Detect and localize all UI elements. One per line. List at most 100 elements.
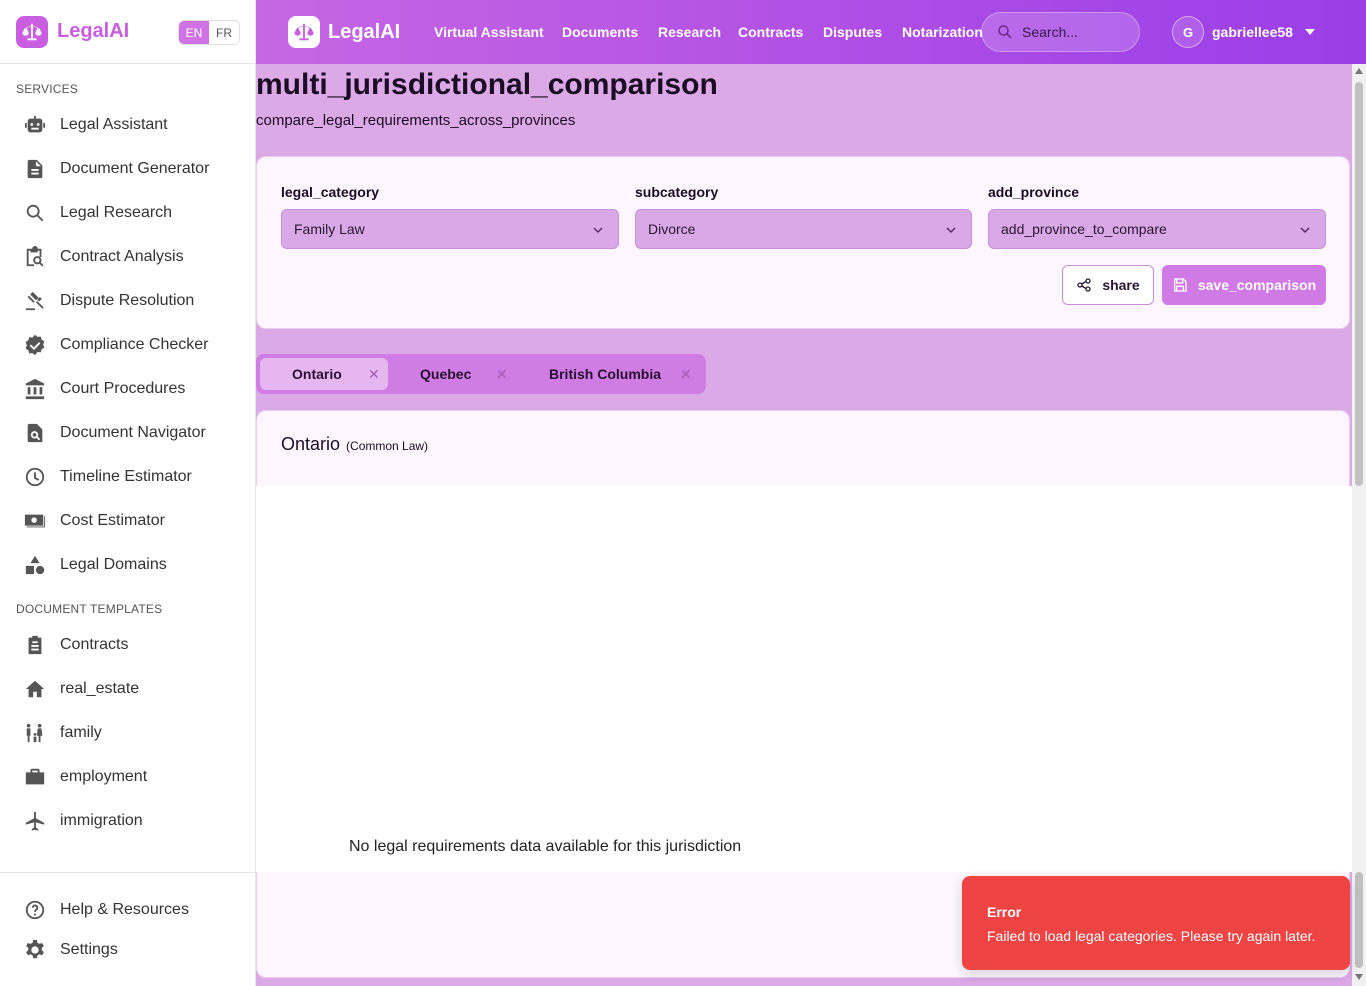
sidebar-item-label: employment <box>60 768 148 785</box>
chevron-down-icon <box>946 227 956 234</box>
search-icon <box>998 25 1012 39</box>
sidebar-item-label: Cost Estimator <box>60 512 165 529</box>
search-input[interactable]: Search... <box>981 12 1140 52</box>
verified-badge-icon <box>16 325 52 365</box>
nav-research[interactable]: Research <box>658 24 721 40</box>
sidebar-item-contract-analysis[interactable]: Contract Analysis <box>16 237 244 277</box>
user-menu[interactable]: G gabriellee58 <box>1172 16 1315 48</box>
jurisdiction-name: Ontario <box>281 434 341 454</box>
close-icon[interactable]: ✕ <box>496 366 508 383</box>
sidebar-item-settings[interactable]: Settings <box>16 930 244 970</box>
clock-icon <box>16 457 52 497</box>
sidebar-item-family[interactable]: family <box>16 713 244 753</box>
document-icon <box>16 149 52 189</box>
sidebar-item-court-procedures[interactable]: Court Procedures <box>16 369 244 409</box>
scroll-down-icon[interactable] <box>1355 974 1363 980</box>
error-toast[interactable]: Error Failed to load legal categories. P… <box>962 876 1350 970</box>
sidebar-item-real-estate[interactable]: real_estate <box>16 669 244 709</box>
sidebar-item-compliance-checker[interactable]: Compliance Checker <box>16 325 244 365</box>
no-data-message: No legal requirements data available for… <box>349 838 742 855</box>
nav-notarization[interactable]: Notarization <box>902 24 983 40</box>
scroll-up-icon[interactable] <box>1355 68 1363 74</box>
tab-british-columbia[interactable]: British Columbia ✕ <box>520 358 702 390</box>
sidebar-item-label: Help & Resources <box>60 901 189 918</box>
lang-fr-button[interactable]: FR <box>209 21 239 44</box>
tab-ontario[interactable]: Ontario ✕ <box>260 358 388 390</box>
nav-virtual-assistant[interactable]: Virtual Assistant <box>434 24 544 40</box>
airplane-icon <box>16 801 52 841</box>
sidebar-item-legal-assistant[interactable]: Legal Assistant <box>16 105 244 145</box>
sidebar-item-contracts[interactable]: Contracts <box>16 625 244 665</box>
chevron-down-icon <box>593 227 603 234</box>
navbar-brand[interactable]: LegalAI <box>328 21 400 44</box>
sidebar-item-cost-estimator[interactable]: Cost Estimator <box>16 501 244 541</box>
nav-documents[interactable]: Documents <box>562 24 638 40</box>
scrollbar-thumb-lower[interactable] <box>1355 872 1363 968</box>
scales-logo-icon[interactable] <box>288 16 320 48</box>
sidebar-item-label: Legal Assistant <box>60 116 168 133</box>
tab-label: British Columbia <box>549 366 662 382</box>
add-province-select[interactable]: add_province_to_compare <box>988 209 1326 249</box>
username: gabriellee58 <box>1212 24 1293 40</box>
scales-logo-icon[interactable] <box>16 15 48 48</box>
courthouse-icon <box>16 369 52 409</box>
sidebar-item-document-generator[interactable]: Document Generator <box>16 149 244 189</box>
jurisdiction-heading: Ontario (Common Law) <box>281 434 428 455</box>
add-province-label: add_province <box>988 184 1080 200</box>
unrendered-region <box>256 486 1352 872</box>
close-icon[interactable]: ✕ <box>680 366 692 383</box>
sidebar-item-timeline-estimator[interactable]: Timeline Estimator <box>16 457 244 497</box>
sidebar-brand[interactable]: LegalAI <box>57 20 129 43</box>
scrollbar[interactable] <box>1352 64 1366 986</box>
lang-en-button[interactable]: EN <box>179 21 209 44</box>
sidebar-item-label: Legal Domains <box>60 556 167 573</box>
home-icon <box>16 669 52 709</box>
toast-title: Error <box>987 904 1022 920</box>
share-label: share <box>1102 277 1140 293</box>
shapes-icon <box>16 545 52 585</box>
sidebar-item-legal-research[interactable]: Legal Research <box>16 193 244 233</box>
nav-contracts[interactable]: Contracts <box>738 24 803 40</box>
legal-category-value: Family Law <box>294 221 365 237</box>
section-templates-heading: DOCUMENT TEMPLATES <box>16 602 163 616</box>
gear-icon <box>16 930 52 970</box>
sidebar-item-label: Settings <box>60 941 118 958</box>
tab-label: Quebec <box>420 366 472 382</box>
sidebar-item-document-navigator[interactable]: Document Navigator <box>16 413 244 453</box>
save-label: save_comparison <box>1197 277 1317 293</box>
sidebar-footer <box>0 872 256 873</box>
briefcase-icon <box>16 757 52 797</box>
province-tabs: Ontario ✕ Quebec ✕ British Columbia ✕ <box>256 354 706 394</box>
clipboard-icon <box>16 625 52 665</box>
sidebar-item-label: immigration <box>60 812 143 829</box>
sidebar-item-immigration[interactable]: immigration <box>16 801 244 841</box>
add-province-value: add_province_to_compare <box>1001 221 1167 237</box>
page-subtitle: compare_legal_requirements_across_provin… <box>256 112 576 129</box>
sidebar-item-help-resources[interactable]: Help & Resources <box>16 890 244 930</box>
sidebar-item-employment[interactable]: employment <box>16 757 244 797</box>
caret-down-icon[interactable] <box>1304 29 1315 35</box>
sidebar-item-label: Contract Analysis <box>60 248 184 265</box>
search-placeholder: Search... <box>1022 24 1079 40</box>
sidebar-item-legal-domains[interactable]: Legal Domains <box>16 545 244 585</box>
subcategory-select[interactable]: Divorce <box>635 209 972 249</box>
robot-icon <box>16 105 52 145</box>
sidebar-item-label: Court Procedures <box>60 380 186 397</box>
sidebar-item-label: Dispute Resolution <box>60 292 195 309</box>
legal-category-select[interactable]: Family Law <box>281 209 619 249</box>
language-toggle: EN FR <box>178 20 240 45</box>
save-icon <box>1173 278 1187 292</box>
sidebar-item-label: Legal Research <box>60 204 173 221</box>
sidebar-item-label: real_estate <box>60 680 140 697</box>
avatar[interactable]: G <box>1172 16 1204 48</box>
nav-disputes[interactable]: Disputes <box>823 24 882 40</box>
sidebar-item-label: Compliance Checker <box>60 336 209 353</box>
search-icon <box>16 193 52 233</box>
share-button[interactable]: share <box>1062 265 1154 305</box>
tab-quebec[interactable]: Quebec ✕ <box>392 358 512 390</box>
scrollbar-thumb[interactable] <box>1355 82 1363 486</box>
sidebar-item-dispute-resolution[interactable]: Dispute Resolution <box>16 281 244 321</box>
subcategory-label: subcategory <box>635 184 719 200</box>
save-comparison-button[interactable]: save_comparison <box>1162 265 1326 305</box>
close-icon[interactable]: ✕ <box>368 366 380 383</box>
